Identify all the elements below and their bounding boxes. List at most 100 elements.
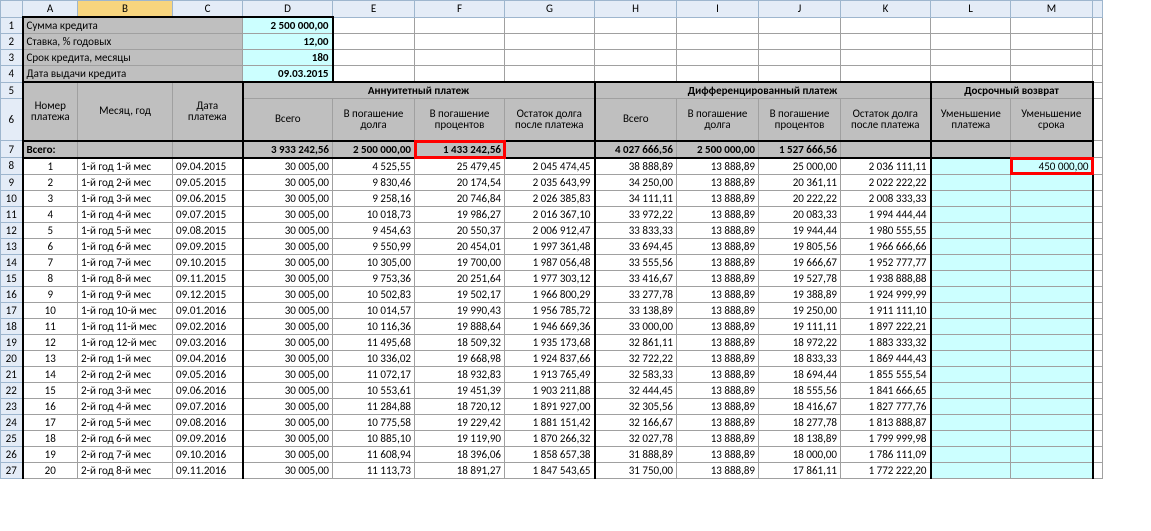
row-header-10[interactable]: 10 bbox=[1, 190, 23, 206]
col-header-A[interactable]: A bbox=[23, 1, 78, 18]
cell-ann-prin[interactable]: 9 753,36 bbox=[333, 270, 415, 286]
cell-ann-int[interactable]: 18 720,12 bbox=[415, 398, 505, 414]
cell-ann-total[interactable]: 30 005,00 bbox=[243, 414, 333, 430]
cell-ann-prin[interactable]: 4 525,55 bbox=[333, 158, 415, 175]
cell-less-term[interactable] bbox=[1011, 398, 1093, 414]
cell-ann-bal[interactable]: 2 006 912,47 bbox=[505, 222, 595, 238]
empty[interactable] bbox=[1011, 34, 1093, 50]
cell-ann-int[interactable]: 20 550,37 bbox=[415, 222, 505, 238]
cell-diff-int[interactable]: 19 527,78 bbox=[759, 270, 841, 286]
col-header-L[interactable]: L bbox=[931, 1, 1011, 18]
empty[interactable] bbox=[931, 34, 1011, 50]
cell-date[interactable]: 09.08.2015 bbox=[173, 222, 243, 238]
cell-ann-int[interactable]: 19 502,17 bbox=[415, 286, 505, 302]
cell-ann-int[interactable]: 18 932,83 bbox=[415, 366, 505, 382]
cell-ann-bal[interactable]: 2 016 367,10 bbox=[505, 206, 595, 222]
empty[interactable] bbox=[1093, 286, 1103, 302]
cell-diff-int[interactable]: 20 222,22 bbox=[759, 190, 841, 206]
cell-ann-prin[interactable]: 11 072,17 bbox=[333, 366, 415, 382]
cell-diff-prin[interactable]: 13 888,89 bbox=[677, 414, 759, 430]
cell-diff-int[interactable]: 20 083,33 bbox=[759, 206, 841, 222]
cell-month[interactable]: 2-й год 2-й мес bbox=[78, 366, 173, 382]
cell-ann-total[interactable]: 30 005,00 bbox=[243, 318, 333, 334]
col-header-[interactable] bbox=[1093, 1, 1103, 18]
cell-n[interactable]: 13 bbox=[23, 350, 78, 366]
empty[interactable] bbox=[1093, 190, 1103, 206]
cell-n[interactable]: 4 bbox=[23, 206, 78, 222]
cell-less-term[interactable] bbox=[1011, 414, 1093, 430]
cell-diff-prin[interactable]: 13 888,89 bbox=[677, 190, 759, 206]
empty[interactable] bbox=[1093, 141, 1103, 158]
cell-ann-bal[interactable]: 2 026 385,83 bbox=[505, 190, 595, 206]
empty[interactable] bbox=[595, 34, 677, 50]
cell-month[interactable]: 1-й год 3-й мес bbox=[78, 190, 173, 206]
cell-diff-prin[interactable]: 13 888,89 bbox=[677, 318, 759, 334]
col-header-H[interactable]: H bbox=[595, 1, 677, 18]
cell-month[interactable]: 2-й год 8-й мес bbox=[78, 462, 173, 478]
cell-diff-prin[interactable]: 13 888,89 bbox=[677, 206, 759, 222]
row-header-25[interactable]: 25 bbox=[1, 430, 23, 446]
cell-ann-prin[interactable]: 11 495,68 bbox=[333, 334, 415, 350]
cell-diff-int[interactable]: 19 388,89 bbox=[759, 286, 841, 302]
row-header-15[interactable]: 15 bbox=[1, 270, 23, 286]
row-header-9[interactable]: 9 bbox=[1, 174, 23, 190]
cell-less-pay[interactable] bbox=[931, 254, 1011, 270]
empty[interactable] bbox=[1093, 174, 1103, 190]
cell-date[interactable]: 09.08.2016 bbox=[173, 414, 243, 430]
cell-ann-total[interactable]: 30 005,00 bbox=[243, 190, 333, 206]
cell-month[interactable]: 1-й год 7-й мес bbox=[78, 254, 173, 270]
cell-diff-bal[interactable]: 1 813 888,87 bbox=[841, 414, 931, 430]
empty[interactable] bbox=[677, 66, 759, 83]
cell-diff-total[interactable]: 33 416,67 bbox=[595, 270, 677, 286]
cell-month[interactable]: 2-й год 6-й мес bbox=[78, 430, 173, 446]
cell-ann-bal[interactable]: 1 891 927,00 bbox=[505, 398, 595, 414]
cell-diff-total[interactable]: 32 583,33 bbox=[595, 366, 677, 382]
cell-n[interactable]: 3 bbox=[23, 190, 78, 206]
cell-less-pay[interactable] bbox=[931, 302, 1011, 318]
cell-diff-total[interactable]: 33 138,89 bbox=[595, 302, 677, 318]
cell-diff-bal[interactable]: 1 994 444,44 bbox=[841, 206, 931, 222]
row-header-7[interactable]: 7 bbox=[1, 141, 23, 158]
cell-diff-total[interactable]: 32 027,78 bbox=[595, 430, 677, 446]
cell-less-pay[interactable] bbox=[931, 462, 1011, 478]
cell-ann-int[interactable]: 19 119,90 bbox=[415, 430, 505, 446]
cell-ann-int[interactable]: 19 990,43 bbox=[415, 302, 505, 318]
empty[interactable] bbox=[505, 50, 595, 66]
col-header-G[interactable]: G bbox=[505, 1, 595, 18]
cell-diff-bal[interactable]: 1 966 666,66 bbox=[841, 238, 931, 254]
cell-month[interactable]: 1-й год 10-й мес bbox=[78, 302, 173, 318]
cell-n[interactable]: 9 bbox=[23, 286, 78, 302]
cell-ann-total[interactable]: 30 005,00 bbox=[243, 158, 333, 175]
cell-diff-total[interactable]: 33 694,45 bbox=[595, 238, 677, 254]
col-header-K[interactable]: K bbox=[841, 1, 931, 18]
cell-less-term[interactable] bbox=[1011, 318, 1093, 334]
cell-diff-prin[interactable]: 13 888,89 bbox=[677, 366, 759, 382]
cell-month[interactable]: 1-й год 2-й мес bbox=[78, 174, 173, 190]
empty[interactable] bbox=[759, 50, 841, 66]
col-header-I[interactable]: I bbox=[677, 1, 759, 18]
empty[interactable] bbox=[415, 17, 505, 34]
cell-n[interactable]: 5 bbox=[23, 222, 78, 238]
cell-month[interactable]: 1-й год 8-й мес bbox=[78, 270, 173, 286]
cell-n[interactable]: 20 bbox=[23, 462, 78, 478]
cell-diff-int[interactable]: 18 972,22 bbox=[759, 334, 841, 350]
cell-ann-prin[interactable]: 10 014,57 bbox=[333, 302, 415, 318]
cell-date[interactable]: 09.11.2015 bbox=[173, 270, 243, 286]
cell-diff-total[interactable]: 32 444,45 bbox=[595, 382, 677, 398]
cell-less-term[interactable] bbox=[1011, 206, 1093, 222]
cell-month[interactable]: 2-й год 3-й мес bbox=[78, 382, 173, 398]
cell-ann-total[interactable]: 30 005,00 bbox=[243, 206, 333, 222]
cell-ann-bal[interactable]: 1 956 785,72 bbox=[505, 302, 595, 318]
empty[interactable] bbox=[1093, 82, 1103, 99]
cell-ann-prin[interactable]: 9 550,99 bbox=[333, 238, 415, 254]
cell-diff-int[interactable]: 18 555,56 bbox=[759, 382, 841, 398]
cell-less-term[interactable] bbox=[1011, 366, 1093, 382]
empty[interactable] bbox=[1093, 99, 1103, 141]
cell-diff-prin[interactable]: 13 888,89 bbox=[677, 302, 759, 318]
empty[interactable] bbox=[1093, 17, 1103, 34]
cell-month[interactable]: 2-й год 4-й мес bbox=[78, 398, 173, 414]
cell-diff-int[interactable]: 17 861,11 bbox=[759, 462, 841, 478]
cell-less-pay[interactable] bbox=[931, 222, 1011, 238]
cell-ann-prin[interactable]: 10 305,00 bbox=[333, 254, 415, 270]
cell-date[interactable]: 09.06.2015 bbox=[173, 190, 243, 206]
